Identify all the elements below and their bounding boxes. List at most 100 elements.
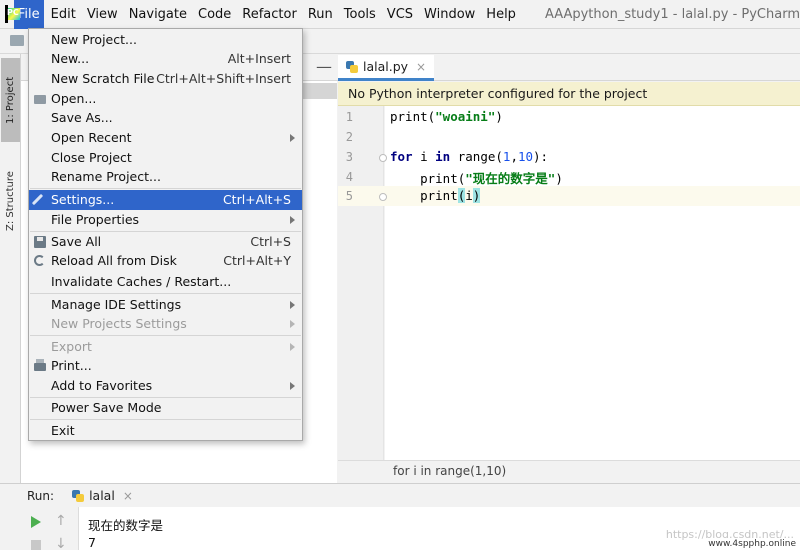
- run-panel-title: Run:: [27, 488, 55, 503]
- project-tool-tab[interactable]: 1: Project: [1, 58, 20, 142]
- rerun-play-icon[interactable]: [31, 516, 41, 528]
- menu-item-new-projects-settings[interactable]: New Projects Settings: [29, 314, 302, 334]
- scroll-up-icon[interactable]: ↑: [55, 513, 67, 529]
- menu-item-label: New...: [51, 51, 90, 66]
- menu-item-file-properties[interactable]: File Properties: [29, 210, 302, 230]
- menu-item-reload-all[interactable]: Reload All from Disk Ctrl+Alt+Y: [29, 251, 302, 271]
- menu-item-export[interactable]: Export: [29, 337, 302, 357]
- site-badge: www.4spphp.online: [704, 538, 800, 550]
- code-line-5: print(i): [390, 188, 481, 203]
- run-toolbar: [21, 507, 79, 550]
- code-token: print(: [390, 109, 436, 124]
- code-line-3: for i in range(1,10):: [390, 149, 548, 164]
- folder-icon[interactable]: [10, 35, 24, 46]
- run-panel-header: Run: lalal ×: [0, 483, 800, 507]
- menu-vcs[interactable]: VCS: [383, 0, 417, 29]
- run-tab-label: lalal: [89, 488, 115, 503]
- menu-shortcut: Ctrl+Alt+Y: [223, 253, 291, 268]
- menu-item-label: Save As...: [51, 110, 113, 125]
- menu-item-add-to-favorites[interactable]: Add to Favorites: [29, 376, 302, 396]
- scroll-down-icon[interactable]: ↓: [55, 536, 67, 550]
- menu-window[interactable]: Window: [420, 0, 479, 29]
- structure-tool-tab[interactable]: Z: Structure: [1, 146, 20, 256]
- stop-icon[interactable]: [31, 540, 41, 550]
- menu-item-label: Rename Project...: [51, 169, 161, 184]
- code-token: ):: [533, 149, 549, 164]
- minimize-panel-icon[interactable]: —: [316, 57, 332, 76]
- menu-item-label: Print...: [51, 358, 92, 373]
- file-menu-dropdown: New Project... New... Alt+Insert New Scra…: [28, 28, 303, 441]
- run-tab-lalal[interactable]: lalal ×: [72, 488, 133, 503]
- menu-item-label: Invalidate Caches / Restart...: [51, 274, 232, 289]
- line-number: 1: [345, 110, 353, 124]
- menu-item-label: Export: [51, 339, 92, 354]
- menu-item-label: New Projects Settings: [51, 316, 187, 331]
- menu-item-invalidate-caches[interactable]: Invalidate Caches / Restart...: [29, 272, 302, 292]
- code-token: range(: [450, 149, 503, 164]
- menu-item-manage-ide-settings[interactable]: Manage IDE Settings: [29, 295, 302, 315]
- editor-tab-lalal[interactable]: lalal.py ×: [338, 55, 435, 81]
- python-file-icon: [72, 489, 85, 502]
- menu-item-open[interactable]: Open...: [29, 89, 302, 109]
- menu-shortcut: Ctrl+Alt+Shift+Insert: [156, 71, 291, 86]
- code-token: i: [465, 188, 473, 203]
- code-keyword: in: [435, 149, 451, 164]
- menu-refactor[interactable]: Refactor: [238, 0, 301, 29]
- submenu-arrow-icon: [290, 301, 295, 309]
- print-icon: [34, 359, 46, 371]
- menu-navigate[interactable]: Navigate: [125, 0, 191, 29]
- menu-shortcut: Ctrl+S: [250, 234, 291, 249]
- fold-marker-icon[interactable]: [379, 193, 387, 201]
- close-run-tab-icon[interactable]: ×: [123, 489, 133, 503]
- code-token: ,: [510, 149, 518, 164]
- menu-help[interactable]: Help: [482, 0, 520, 29]
- code-line-1: print("woaini"): [390, 109, 503, 124]
- code-string: "woaini": [435, 109, 496, 124]
- menu-item-label: Close Project: [51, 150, 132, 165]
- fold-marker-icon[interactable]: [379, 154, 387, 162]
- menu-code[interactable]: Code: [194, 0, 235, 29]
- menu-shortcut: Ctrl+Alt+S: [222, 192, 291, 207]
- menu-item-close-project[interactable]: Close Project: [29, 148, 302, 168]
- code-string: "现在的数字是": [465, 171, 556, 186]
- menu-item-new-scratch-file[interactable]: New Scratch File Ctrl+Alt+Shift+Insert: [29, 69, 302, 89]
- menu-item-save-all[interactable]: Save All Ctrl+S: [29, 232, 302, 252]
- menu-item-label: Reload All from Disk: [51, 253, 177, 268]
- menu-item-rename-project[interactable]: Rename Project...: [29, 167, 302, 187]
- menu-item-print[interactable]: Print...: [29, 356, 302, 376]
- menu-bar: File Edit View Navigate Code Refactor Ru…: [0, 0, 800, 29]
- menu-item-label: Open...: [51, 91, 97, 106]
- close-tab-icon[interactable]: ×: [416, 60, 426, 74]
- menu-item-label: New Project...: [51, 32, 137, 47]
- menu-separator: [30, 419, 301, 420]
- menu-item-save-as[interactable]: Save As...: [29, 108, 302, 128]
- submenu-arrow-icon: [290, 343, 295, 351]
- menu-item-new-project[interactable]: New Project...: [29, 30, 302, 50]
- menu-item-label: Manage IDE Settings: [51, 297, 182, 312]
- editor-breadcrumb[interactable]: for i in range(1,10): [338, 460, 800, 482]
- open-folder-icon: [34, 95, 46, 104]
- menu-run[interactable]: Run: [304, 0, 337, 29]
- menu-item-open-recent[interactable]: Open Recent: [29, 128, 302, 148]
- project-tree-selection[interactable]: [302, 83, 337, 99]
- menu-item-settings[interactable]: Settings... Ctrl+Alt+S: [29, 190, 302, 210]
- code-number: 10: [517, 149, 534, 164]
- menu-edit[interactable]: Edit: [47, 0, 80, 29]
- submenu-arrow-icon: [290, 134, 295, 142]
- menu-item-label: Save All: [51, 234, 102, 249]
- interpreter-warning-banner[interactable]: No Python interpreter configured for the…: [338, 82, 800, 106]
- menu-tools[interactable]: Tools: [340, 0, 380, 29]
- code-token: ): [555, 171, 563, 186]
- menu-separator: [30, 293, 301, 294]
- submenu-arrow-icon: [290, 382, 295, 390]
- line-number: 5: [345, 189, 353, 203]
- menu-view[interactable]: View: [83, 0, 122, 29]
- menu-item-label: File Properties: [51, 212, 140, 227]
- menu-item-new[interactable]: New... Alt+Insert: [29, 49, 302, 69]
- menu-item-power-save-mode[interactable]: Power Save Mode: [29, 398, 302, 418]
- editor-tab-label: lalal.py: [363, 59, 409, 74]
- submenu-arrow-icon: [290, 216, 295, 224]
- menu-separator: [30, 335, 301, 336]
- menu-item-label: Open Recent: [51, 130, 132, 145]
- menu-item-exit[interactable]: Exit: [29, 421, 302, 441]
